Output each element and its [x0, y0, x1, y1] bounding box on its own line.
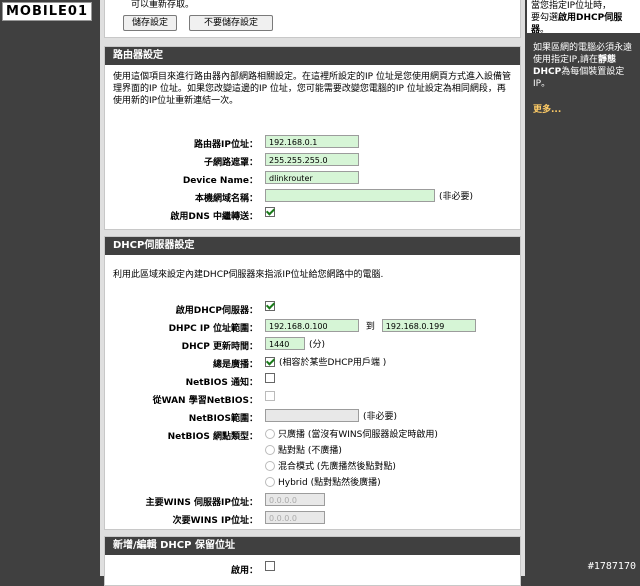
dhcp-range-row: DHPC IP 位址範圍： 192.168.0.100 到 192.168.0.… [105, 319, 520, 335]
help-box-line3-bold: 器 [531, 25, 541, 33]
netbios-announce-checkbox[interactable] [265, 373, 275, 383]
enable-dhcp-checkbox[interactable] [265, 301, 275, 311]
router-ip-row: 路由器IP位址： 192.168.0.1 [105, 135, 520, 151]
dhcp-range-label: DHPC IP 位址範圍： [168, 324, 258, 334]
dhcp-reservation-section: 新增/編輯 DHCP 保留位址 啟用： [104, 536, 521, 586]
always-broadcast-label: 總是廣播： [212, 360, 258, 370]
router-ip-input[interactable]: 192.168.0.1 [265, 135, 359, 148]
wan-netbios-label: 從WAN 學習NetBIOS： [152, 396, 258, 406]
dont-save-settings-button[interactable]: 不要儲存設定 [189, 15, 274, 31]
netbios-nodetype-label: NetBIOS 網點類型： [167, 432, 258, 442]
local-domain-input[interactable] [265, 189, 435, 202]
primary-wins-label: 主要WINS 伺服器IP位址： [145, 498, 258, 508]
local-domain-label: 本機網域名稱： [194, 194, 258, 204]
always-broadcast-note: (相容於某些DHCP用戶端 ) [279, 358, 387, 368]
netbios-scope-note: (非必要) [363, 412, 398, 422]
reservation-enable-label: 啟用： [230, 566, 258, 576]
site-watermark: MOBILE01 [2, 2, 92, 21]
netbios-scope-row: NetBIOS範圍： (非必要) [105, 409, 520, 425]
nodetype-hybrid-radio[interactable] [265, 476, 275, 487]
reservation-enable-checkbox[interactable] [265, 561, 275, 571]
dhcp-lease-label: DHCP 更新時間： [181, 342, 258, 352]
enable-dhcp-row: 啟用DHCP伺服器： [105, 301, 520, 317]
dhcp-reservation-header: 新增/編輯 DHCP 保留位址 [105, 537, 520, 555]
reservation-enable-row: 啟用： [105, 561, 520, 577]
secondary-wins-row: 次要WINS IP位址： 0.0.0.0 [105, 511, 520, 527]
device-name-input[interactable]: dlinkrouter [265, 171, 359, 184]
router-settings-section: 路由器設定 使用這個項目來進行路由器內部網路相關設定。在這裡所設定的IP 位址是… [104, 46, 521, 230]
nodetype-option-label: 混合模式 (先廣播然後點對點) [278, 462, 396, 472]
subnet-mask-label: 子網路遮罩： [203, 158, 258, 168]
always-broadcast-row: 總是廣播： (相容於某些DHCP用戶端 ) [105, 355, 520, 371]
main-content: 可以重新存取。 儲存設定 不要儲存設定 路由器設定 使用這個項目來進行路由器內部… [100, 0, 525, 586]
dns-relay-row: 啟用DNS 中繼轉送： [105, 207, 520, 223]
dhcp-range-end-input[interactable]: 192.168.0.199 [381, 319, 476, 332]
primary-wins-input[interactable]: 0.0.0.0 [265, 493, 325, 506]
nodetype-broadcast-radio[interactable] [265, 428, 275, 439]
help-box-line3-post: 。 [540, 25, 550, 33]
nodetype-option-label: 只廣播 (當沒有WINS伺服器設定時啟用) [278, 430, 438, 440]
help-sidebar: 當您指定IP位址時， 要勾選啟用DHCP伺服 器。 如果區網的電腦必須永遠使用指… [527, 0, 640, 576]
help-box-line2-bold: 啟用DHCP伺服 [558, 13, 623, 23]
nodetype-option-row: 點對點 (不廣播) [105, 443, 520, 459]
enable-dhcp-label: 啟用DHCP伺服器： [175, 306, 258, 316]
local-domain-row: 本機網域名稱： (非必要) [105, 189, 520, 205]
secondary-wins-input[interactable]: 0.0.0.0 [265, 511, 325, 524]
dhcp-range-start-input[interactable]: 192.168.0.100 [265, 319, 359, 332]
dhcp-lease-unit: (分) [309, 340, 326, 350]
help-box-line1: 當您指定IP位址時， [531, 1, 612, 11]
nodetype-p2p-radio[interactable] [265, 444, 275, 455]
device-name-row: Device Name： dlinkrouter [105, 171, 520, 187]
help-more-link[interactable]: 更多... [533, 102, 561, 115]
nodetype-option-row: Hybrid (點對點然後廣播) [105, 475, 520, 491]
local-domain-note: (非必要) [439, 192, 474, 202]
save-settings-button[interactable]: 儲存設定 [123, 15, 178, 31]
netbios-scope-label: NetBIOS範圍： [188, 414, 258, 424]
nodetype-mixed-radio[interactable] [265, 460, 275, 471]
netbios-announce-label: NetBIOS 通知： [185, 378, 258, 388]
dns-relay-checkbox[interactable] [265, 207, 275, 217]
netbios-scope-input[interactable] [265, 409, 359, 422]
help-text: 如果區網的電腦必須永遠使用指定IP,請在靜態DHCP為每個裝置設定IP。 [533, 42, 637, 90]
subnet-mask-row: 子網路遮罩： 255.255.255.0 [105, 153, 520, 169]
wan-netbios-checkbox[interactable] [265, 391, 275, 401]
nodetype-option-row: 混合模式 (先廣播然後點對點) [105, 459, 520, 475]
dns-relay-label: 啟用DNS 中繼轉送： [170, 212, 258, 222]
top-partial-text: 可以重新存取。 [131, 0, 195, 10]
save-settings-section: 可以重新存取。 儲存設定 不要儲存設定 [104, 0, 521, 38]
device-name-label: Device Name： [182, 176, 258, 186]
always-broadcast-checkbox[interactable] [265, 356, 275, 367]
secondary-wins-label: 次要WINS IP位址： [172, 516, 258, 526]
router-settings-header: 路由器設定 [105, 47, 520, 65]
dhcp-server-section: DHCP伺服器設定 利用此區域來設定內建DHCP伺服器來指派IP位址給您網路中的… [104, 236, 521, 530]
help-box-line2: 要勾選 [531, 13, 559, 23]
wan-netbios-row: 從WAN 學習NetBIOS： [105, 391, 520, 407]
primary-wins-row: 主要WINS 伺服器IP位址： 0.0.0.0 [105, 493, 520, 509]
router-settings-description: 使用這個項目來進行路由器內部網路相關設定。在這裡所設定的IP 位址是您使用網頁方… [113, 72, 511, 106]
nodetype-option-label: Hybrid (點對點然後廣播) [278, 478, 381, 488]
router-ip-label: 路由器IP位址： [194, 140, 258, 150]
netbios-announce-row: NetBIOS 通知： [105, 373, 520, 389]
netbios-nodetype-row: NetBIOS 網點類型： 只廣播 (當沒有WINS伺服器設定時啟用) [105, 427, 520, 443]
dhcp-server-description: 利用此區域來設定內建DHCP伺服器來指派IP位址給您網路中的電腦. [113, 270, 384, 280]
help-text-pre: 如果區網的電腦必須永遠使用指定IP,請在 [533, 43, 633, 65]
left-gutter [0, 0, 100, 576]
post-id: #1787170 [587, 561, 636, 572]
dhcp-lease-input[interactable]: 1440 [265, 337, 305, 350]
help-box-top: 當您指定IP位址時， 要勾選啟用DHCP伺服 器。 [527, 0, 640, 33]
subnet-mask-input[interactable]: 255.255.255.0 [265, 153, 359, 166]
dhcp-server-header: DHCP伺服器設定 [105, 237, 520, 255]
nodetype-option-label: 點對點 (不廣播) [278, 446, 342, 456]
dhcp-range-to-label: 到 [365, 322, 375, 332]
dhcp-lease-row: DHCP 更新時間： 1440 (分) [105, 337, 520, 353]
